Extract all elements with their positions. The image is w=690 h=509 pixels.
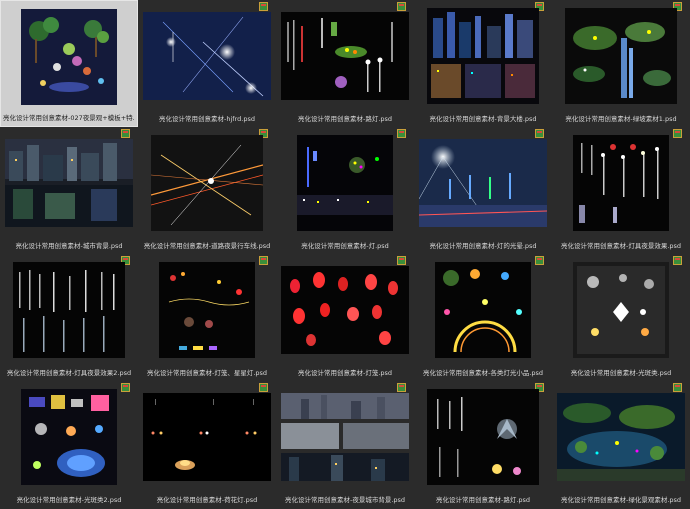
file-grid: 亮化设计常用创意素材-027夜景观+模板+特... 亮化设计常用创意素材-hjf… <box>0 0 690 509</box>
psd-file-icon <box>397 383 406 392</box>
file-thumbnail-item[interactable]: 亮化设计常用创意素材-夜景城市背景.psd <box>276 381 414 508</box>
psd-preview-image <box>427 389 539 485</box>
file-name-label: 亮化设计常用创意素材-灯具夜景效果.psd <box>560 242 682 250</box>
file-name-label: 亮化设计常用创意素材-荷花灯.psd <box>156 496 258 504</box>
psd-file-icon <box>397 129 406 138</box>
file-thumbnail-item[interactable]: 亮化设计常用创意素材-灯的光晕.psd <box>414 127 552 254</box>
psd-preview-image <box>21 9 117 105</box>
file-name-label: 亮化设计常用创意素材-绿化景观素材.psd <box>560 496 682 504</box>
psd-file-icon <box>259 383 268 392</box>
file-name-label: 亮化设计常用创意素材-灯.psd <box>301 242 389 250</box>
file-thumbnail-item[interactable]: 亮化设计常用创意素材-道路夜景行车线.psd <box>138 127 276 254</box>
psd-preview-image <box>5 139 133 227</box>
file-thumbnail-item[interactable]: 亮化设计常用创意素材-灯笼、星星灯.psd <box>138 254 276 381</box>
psd-file-icon <box>121 383 130 392</box>
file-name-label: 亮化设计常用创意素材-光斑类2.psd <box>16 496 122 504</box>
psd-preview-image <box>435 262 531 358</box>
file-name-label: 亮化设计常用创意素材-绿坡素材1.psd <box>565 115 677 123</box>
psd-preview-image <box>427 8 539 104</box>
psd-file-icon <box>121 129 130 138</box>
file-thumbnail-item[interactable]: 亮化设计常用创意素材-城市背景.psd <box>0 127 138 254</box>
psd-preview-image <box>21 389 117 485</box>
psd-file-icon <box>259 256 268 265</box>
file-thumbnail-item[interactable]: 亮化设计常用创意素材-绿化景观素材.psd <box>552 381 690 508</box>
psd-file-icon <box>673 383 682 392</box>
file-name-label: 亮化设计常用创意素材-路灯.psd <box>435 496 531 504</box>
file-name-label: 亮化设计常用创意素材-城市背景.psd <box>15 242 123 250</box>
psd-preview-image <box>557 393 685 481</box>
file-thumbnail-item[interactable]: 亮化设计常用创意素材-路灯.psd <box>276 0 414 127</box>
psd-preview-image <box>143 393 271 481</box>
psd-preview-image <box>151 135 263 231</box>
psd-preview-image <box>143 12 271 100</box>
psd-file-icon <box>535 129 544 138</box>
file-name-label: 亮化设计常用创意素材-027夜景观+模板+特... <box>3 114 135 122</box>
file-thumbnail-item[interactable]: 亮化设计常用创意素材-灯笼.psd <box>276 254 414 381</box>
psd-file-icon <box>673 256 682 265</box>
psd-preview-image <box>281 393 409 481</box>
psd-file-icon <box>259 2 268 11</box>
file-thumbnail-item[interactable]: 亮化设计常用创意素材-灯具夜景效果.psd <box>552 127 690 254</box>
file-thumbnail-item[interactable]: 亮化设计常用创意素材-光斑类.psd <box>552 254 690 381</box>
psd-file-icon <box>397 2 406 11</box>
psd-preview-image <box>281 12 409 100</box>
psd-preview-image <box>281 266 409 354</box>
psd-file-icon <box>397 256 406 265</box>
psd-preview-image <box>297 135 393 231</box>
psd-preview-image <box>419 139 547 227</box>
file-thumbnail-item[interactable]: 亮化设计常用创意素材-027夜景观+模板+特... <box>0 0 138 127</box>
psd-preview-image <box>13 262 125 358</box>
file-name-label: 亮化设计常用创意素材-道路夜景行车线.psd <box>143 242 271 250</box>
psd-file-icon <box>535 256 544 265</box>
file-name-label: 亮化设计常用创意素材-灯的光晕.psd <box>429 242 537 250</box>
file-thumbnail-item[interactable]: 亮化设计常用创意素材-背景大楼.psd <box>414 0 552 127</box>
file-name-label: 亮化设计常用创意素材-灯笼、星星灯.psd <box>146 369 268 377</box>
file-name-label: 亮化设计常用创意素材-路灯.psd <box>297 115 393 123</box>
file-name-label: 亮化设计常用创意素材-灯具夜景效果2.psd <box>6 369 132 377</box>
file-name-label: 亮化设计常用创意素材-各类灯光小品.psd <box>422 369 544 377</box>
file-name-label: 亮化设计常用创意素材-光斑类.psd <box>570 369 672 377</box>
psd-preview-image <box>573 262 669 358</box>
psd-preview-image <box>573 135 669 231</box>
file-thumbnail-item[interactable]: 亮化设计常用创意素材-荷花灯.psd <box>138 381 276 508</box>
file-thumbnail-item[interactable]: 亮化设计常用创意素材-灯.psd <box>276 127 414 254</box>
file-name-label: 亮化设计常用创意素材-夜景城市背景.psd <box>284 496 406 504</box>
psd-preview-image <box>159 262 255 358</box>
psd-file-icon <box>673 129 682 138</box>
file-thumbnail-item[interactable]: 亮化设计常用创意素材-hjfrd.psd <box>138 0 276 127</box>
file-name-label: 亮化设计常用创意素材-灯笼.psd <box>297 369 393 377</box>
psd-preview-image <box>565 8 677 104</box>
file-thumbnail-item[interactable]: 亮化设计常用创意素材-光斑类2.psd <box>0 381 138 508</box>
file-thumbnail-item[interactable]: 亮化设计常用创意素材-路灯.psd <box>414 381 552 508</box>
file-name-label: 亮化设计常用创意素材-背景大楼.psd <box>429 115 537 123</box>
file-name-label: 亮化设计常用创意素材-hjfrd.psd <box>159 115 255 123</box>
file-thumbnail-item[interactable]: 亮化设计常用创意素材-各类灯光小品.psd <box>414 254 552 381</box>
file-thumbnail-item[interactable]: 亮化设计常用创意素材-绿坡素材1.psd <box>552 0 690 127</box>
file-thumbnail-item[interactable]: 亮化设计常用创意素材-灯具夜景效果2.psd <box>0 254 138 381</box>
